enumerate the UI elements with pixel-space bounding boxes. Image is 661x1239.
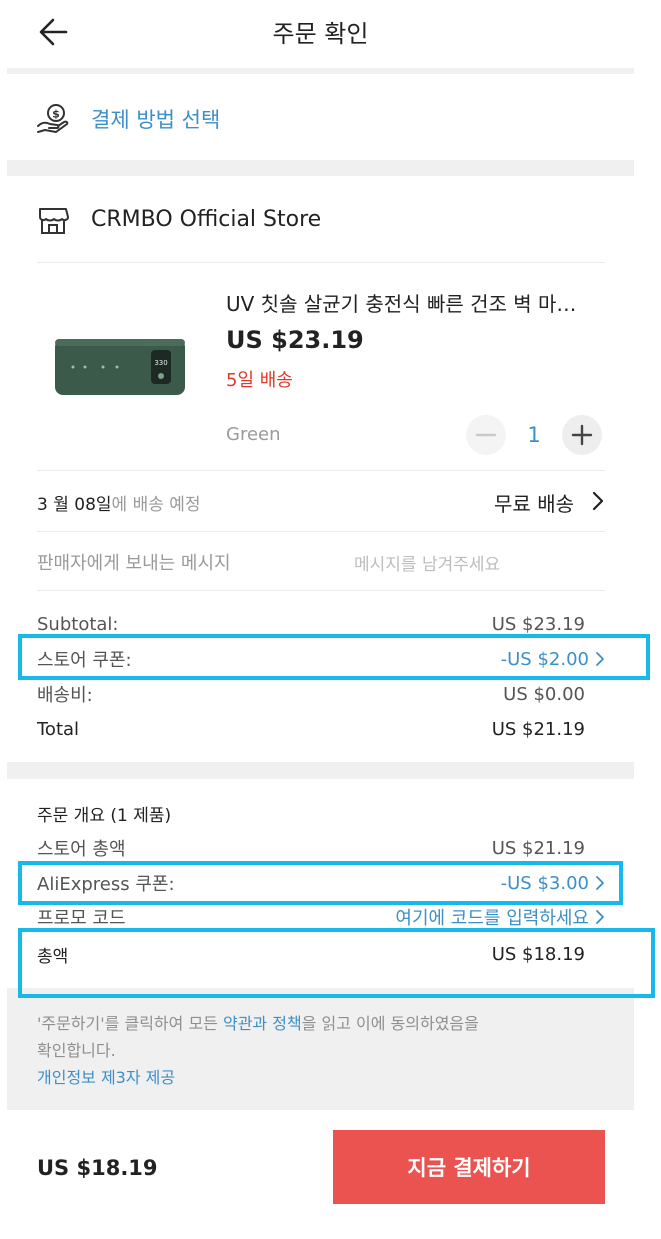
grand-total-highlight [18,928,655,998]
pay-now-button[interactable]: 지금 결제하기 [333,1130,605,1204]
divider [37,590,605,591]
delivery-days: 5일 배송 [226,370,293,391]
header: 주문 확인 [0,0,661,68]
shipping-row[interactable]: 3 월 08일에 배송 예정 무료 배송 [0,471,661,531]
delivery-date: 3 월 08일 [37,495,112,515]
divider-band [7,762,634,779]
quantity-stepper: 1 [466,415,606,455]
terms-text-part-2: 을 읽고 이에 동의하였음을 [301,1014,479,1033]
shipping-fee-label: 배송비: [37,685,93,706]
seller-message-label: 판매자에게 보내는 메시지 [37,553,231,574]
store-icon [37,206,69,236]
shipping-fee-value: US $0.00 [503,683,585,705]
delivery-estimate: 3 월 08일에 배송 예정 [37,490,201,515]
promo-code-value-wrap: 여기에 코드를 입력하세요 [395,904,605,930]
delivery-date-suffix: 에 배송 예정 [111,495,201,515]
payment-hand-icon: $ [36,102,70,136]
order-summary-heading: 주문 개요 (1 제품) [37,806,172,826]
product-title[interactable]: UV 칫솔 살균기 충전식 빠른 건조 벽 마… [226,288,616,317]
footer-bar: US $18.19 지금 결제하기 [0,1110,661,1239]
promo-code-label: 프로모 코드 [37,908,126,929]
plus-icon[interactable] [562,415,602,455]
terms-panel: '주문하기'를 클릭하여 모든 약관과 정책을 읽고 이에 동의하였음을 확인합… [7,988,634,1110]
aliexpress-coupon-highlight [18,861,623,905]
privacy-link[interactable]: 개인정보 제3자 제공 [37,1064,617,1091]
product-price: US $23.19 [226,326,364,354]
seller-message-row: 판매자에게 보내는 메시지 메시지를 남겨주세요 [0,532,661,590]
subtotal-label: Subtotal: [37,613,119,635]
terms-text: '주문하기'를 클릭하여 모든 약관과 정책을 읽고 이에 동의하였음을 확인합… [37,1010,617,1091]
store-amount-value: US $21.19 [491,837,585,859]
store-total-row: Total US $21.19 [37,716,585,742]
product-card: 330 UV 칫솔 살균기 충전식 빠른 건조 벽 마… US $23.19 5… [0,263,661,469]
store-amount-label: 스토어 총액 [37,839,126,860]
quantity-value[interactable]: 1 [514,423,554,447]
product-variant: Green [226,424,281,445]
svg-text:$: $ [52,108,60,121]
minus-icon[interactable] [466,415,506,455]
shipping-method: 무료 배송 [494,492,574,516]
shipping-fee-row: 배송비: US $0.00 [37,681,585,707]
payment-method-label: 결제 방법 선택 [91,108,221,132]
chevron-right-icon [595,909,605,925]
terms-line-1: '주문하기'를 클릭하여 모든 약관과 정책을 읽고 이에 동의하였음을 [37,1010,617,1037]
chevron-right-icon [590,490,606,512]
page-title: 주문 확인 [272,20,369,48]
store-header[interactable]: CRMBO Official Store [0,176,661,262]
terms-line-2: 확인합니다. [37,1041,116,1060]
seller-message-input[interactable]: 메시지를 남겨주세요 [354,550,500,575]
terms-text-part-1: '주문하기'를 클릭하여 모든 [37,1014,223,1033]
product-image[interactable]: 330 [55,338,185,396]
footer-total: US $18.19 [37,1156,158,1180]
store-name: CRMBO Official Store [91,207,322,232]
subtotal-value: US $23.19 [491,613,585,635]
payment-method-row[interactable]: $ 결제 방법 선택 [0,74,661,160]
store-total-label: Total [37,718,80,740]
terms-link[interactable]: 약관과 정책 [223,1014,302,1033]
promo-code-input[interactable]: 여기에 코드를 입력하세요 [395,904,589,930]
store-coupon-highlight [18,634,650,680]
promo-code-row[interactable]: 프로모 코드 여기에 코드를 입력하세요 [37,905,605,929]
store-total-value: US $21.19 [491,718,585,740]
store-amount-row: 스토어 총액 US $21.19 [37,835,585,861]
divider-band [7,160,634,176]
product-image-readout: 330 [154,359,167,367]
